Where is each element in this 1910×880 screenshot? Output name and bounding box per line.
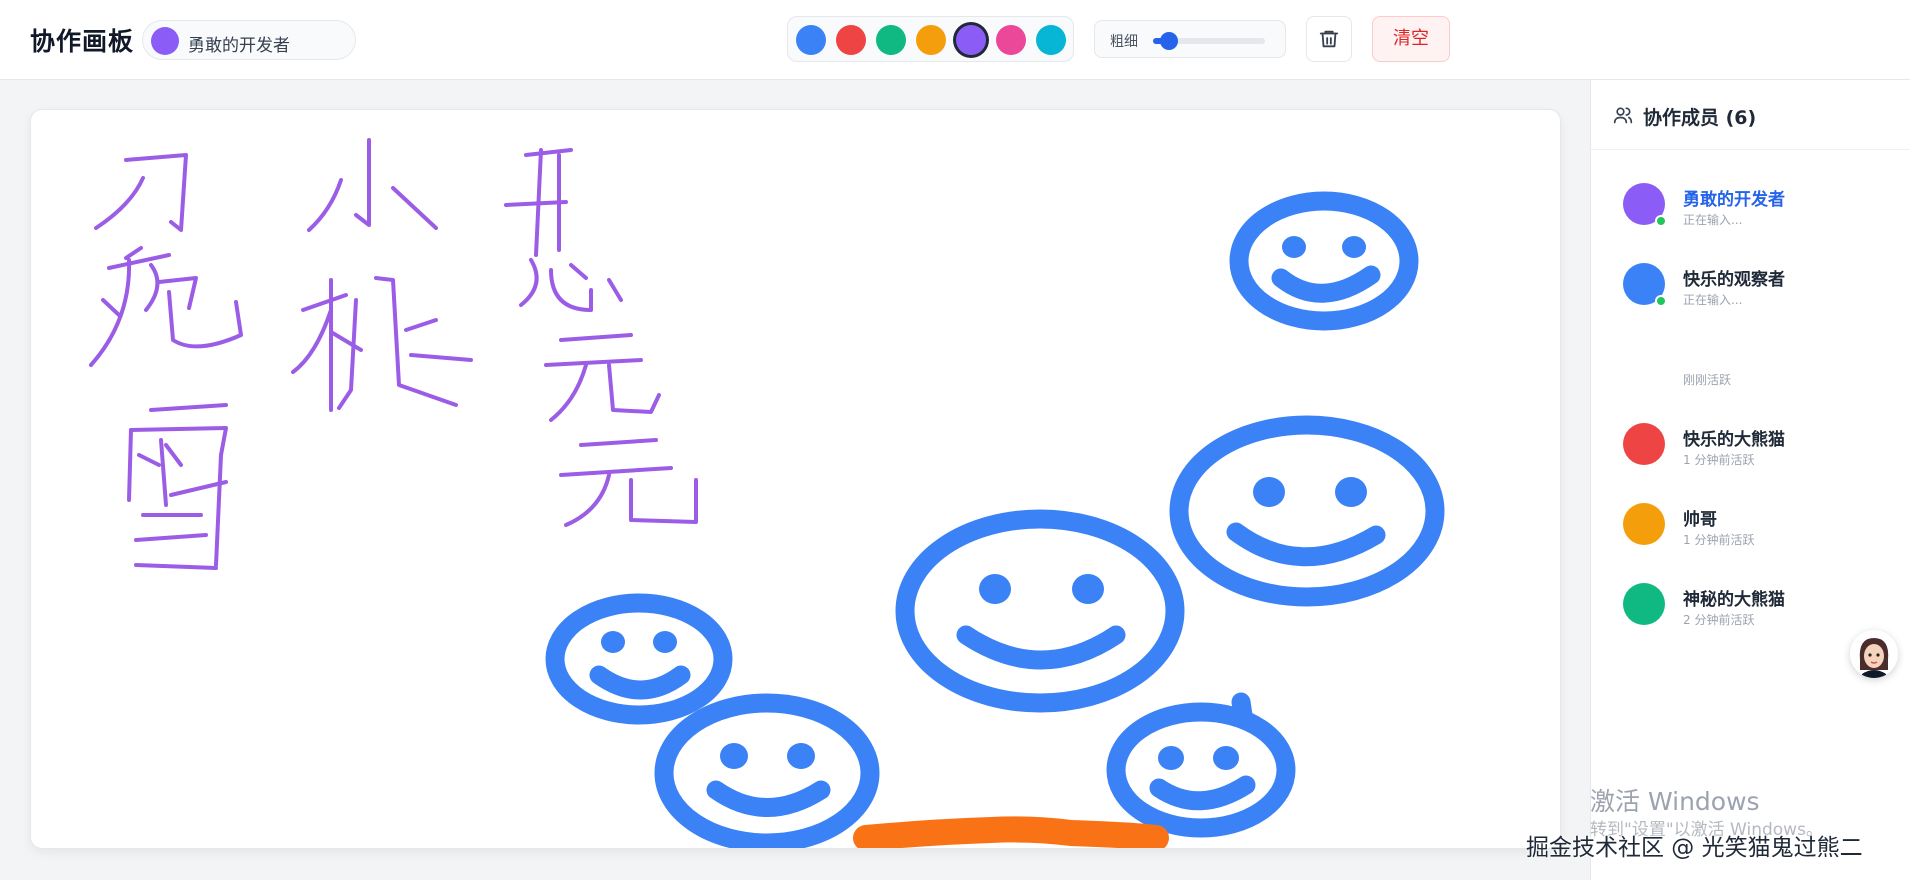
members-title: 协作成员 (6)	[1643, 107, 1757, 129]
color-swatch-red[interactable]	[836, 25, 866, 55]
member-item[interactable]: 勇敢的开发者 正在输入...	[1591, 173, 1910, 237]
member-item[interactable]: 帅哥 1 分钟前活跃	[1591, 493, 1910, 557]
member-avatar	[1623, 423, 1665, 465]
site-watermark: 掘金技术社区 @ 光笑猫鬼过熊二	[1526, 835, 1863, 861]
activation-title: 激活 Windows	[1590, 787, 1760, 816]
app-title: 协作画板	[30, 27, 135, 56]
current-user-chip[interactable]: 勇敢的开发者	[142, 20, 356, 60]
member-avatar	[1623, 583, 1665, 625]
member-status: 刚刚活跃	[1683, 373, 1732, 387]
member-avatar	[1623, 503, 1665, 545]
trash-icon	[1319, 30, 1339, 48]
brush-size-thumb[interactable]	[1159, 32, 1178, 50]
member-status: 1 分钟前活跃	[1683, 533, 1755, 547]
delete-button[interactable]	[1306, 16, 1352, 62]
member-item[interactable]: 快乐的大熊猫 1 分钟前活跃	[1591, 413, 1910, 477]
member-item[interactable]: 快乐的观察者 正在输入...	[1591, 253, 1910, 317]
clear-button[interactable]: 清空	[1372, 16, 1450, 62]
online-indicator	[1655, 215, 1667, 227]
color-swatch-green[interactable]	[876, 25, 906, 55]
color-swatch-blue[interactable]	[796, 25, 826, 55]
assistant-avatar[interactable]	[1850, 630, 1898, 678]
current-user-name: 勇敢的开发者	[188, 36, 290, 56]
member-status: 正在输入...	[1683, 293, 1743, 307]
color-swatch-amber[interactable]	[916, 25, 946, 55]
orange-stroke	[853, 816, 1169, 848]
member-name: 神秘的大熊猫	[1683, 590, 1785, 610]
member-name: 帅哥	[1683, 510, 1717, 530]
members-sidebar: 协作成员 (6) 勇敢的开发者 正在输入... 快乐的观察者 正在输入... 刚…	[1590, 80, 1910, 880]
members-header: 协作成员 (6)	[1591, 80, 1910, 150]
color-swatch-cyan[interactable]	[1036, 25, 1066, 55]
canvas-area	[0, 80, 1590, 880]
member-status: 1 分钟前活跃	[1683, 453, 1755, 467]
member-name: 勇敢的开发者	[1683, 190, 1785, 210]
color-palette	[787, 16, 1074, 62]
handwriting-strokes	[89, 138, 698, 570]
online-indicator	[1655, 295, 1667, 307]
color-swatch-purple[interactable]	[956, 25, 986, 55]
girl-avatar-icon	[1850, 630, 1898, 678]
drawing-board[interactable]	[30, 109, 1561, 849]
member-name: 快乐的大熊猫	[1683, 430, 1785, 450]
brush-size-control: 粗细	[1094, 20, 1286, 58]
top-toolbar: 协作画板 勇敢的开发者 粗细 清空	[0, 0, 1910, 80]
member-status: 2 分钟前活跃	[1683, 613, 1755, 627]
drawing-canvas[interactable]	[31, 110, 1561, 849]
member-item[interactable]: 神秘的大熊猫 2 分钟前活跃	[1591, 573, 1910, 637]
member-status: 正在输入...	[1683, 213, 1743, 227]
brush-size-label: 粗细	[1110, 34, 1138, 50]
users-icon	[1613, 107, 1633, 124]
member-item[interactable]: 刚刚活跃	[1591, 333, 1910, 397]
color-swatch-pink[interactable]	[996, 25, 1026, 55]
current-user-color-dot	[151, 27, 179, 55]
member-name: 快乐的观察者	[1683, 270, 1785, 290]
